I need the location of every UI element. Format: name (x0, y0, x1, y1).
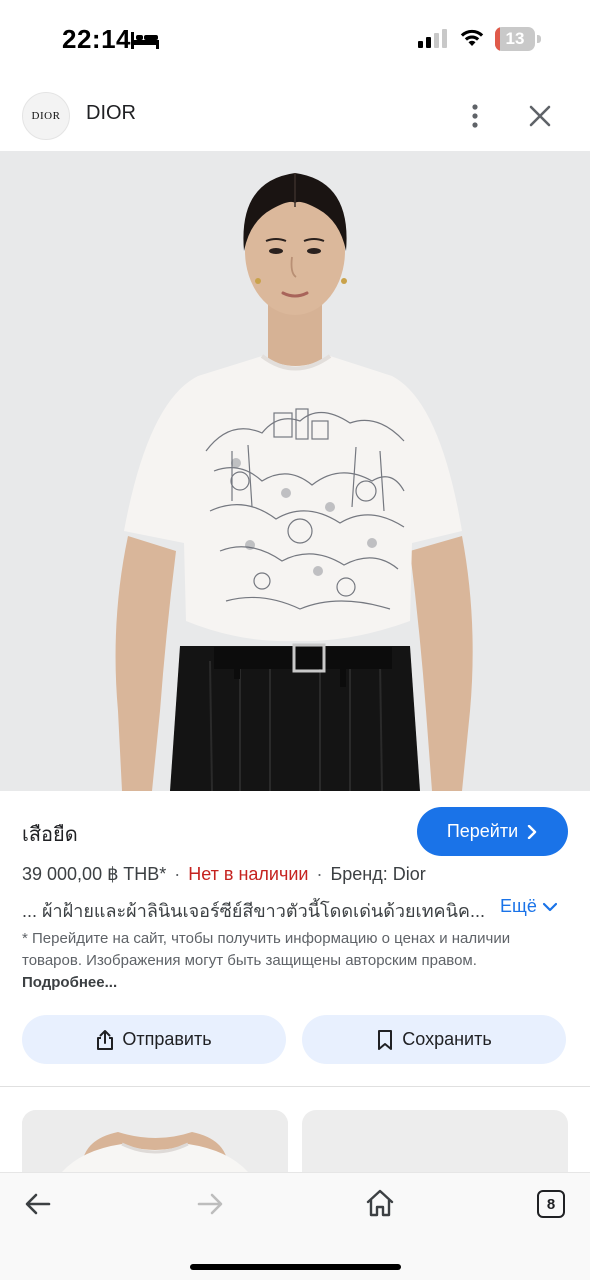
chevron-down-icon (542, 902, 557, 911)
share-button-label: Отправить (122, 1029, 212, 1049)
battery-icon: 13 (495, 27, 541, 51)
bed-icon (131, 32, 159, 49)
site-header: DIOR DIOR (0, 88, 590, 144)
share-button[interactable]: Отправить (22, 1015, 286, 1064)
product-brand: Бренд: Dior (330, 864, 426, 884)
related-product-thumb[interactable] (22, 1110, 288, 1172)
more-link-label: Ещё (500, 896, 537, 916)
home-icon[interactable] (365, 1188, 395, 1218)
stock-status: Нет в наличии (188, 864, 309, 884)
more-vert-icon[interactable] (462, 102, 488, 130)
disclaimer-text: * Перейдите на сайт, чтобы получить инфо… (22, 930, 511, 969)
disclaimer-more-link[interactable]: Подробнее... (22, 974, 117, 991)
save-button-label: Сохранить (402, 1029, 492, 1049)
disclaimer: * Перейдите на сайт, чтобы получить инфо… (22, 928, 568, 994)
divider (0, 1086, 590, 1087)
save-button[interactable]: Сохранить (302, 1015, 566, 1064)
status-time: 22:14 (62, 24, 131, 54)
status-bar: 22:14 13 (0, 0, 590, 80)
product-price: 39 000,00 ฿ THB* (22, 864, 167, 884)
related-product-thumb[interactable] (302, 1110, 568, 1172)
chevron-right-icon (527, 824, 537, 839)
site-name[interactable]: DIOR (86, 102, 136, 125)
site-logo[interactable]: DIOR (22, 92, 70, 140)
battery-level: 13 (505, 29, 525, 48)
signal-icon (418, 29, 447, 48)
close-icon[interactable] (526, 102, 554, 130)
product-image[interactable] (0, 151, 590, 791)
back-arrow-icon[interactable] (24, 1191, 52, 1217)
product-meta: 39 000,00 ฿ THB* · Нет в наличии · Бренд: Di… (22, 864, 426, 884)
product-title: เสือยืด (22, 824, 78, 846)
goto-button[interactable]: Перейти (417, 807, 568, 856)
home-indicator (190, 1264, 401, 1270)
tabs-count-button[interactable]: 8 (537, 1190, 565, 1218)
wifi-icon (460, 29, 484, 46)
related-product-image (22, 1110, 288, 1172)
product-description: ... ผ้าฝ้ายและผ้าลินินเจอร์ซีย์สีขาวตัวน… (22, 901, 485, 921)
more-link[interactable]: Ещё (500, 896, 557, 917)
model-photo (0, 151, 590, 791)
forward-arrow-icon[interactable] (196, 1191, 224, 1217)
share-icon (97, 1029, 114, 1050)
goto-button-label: Перейти (446, 821, 519, 841)
bookmark-icon (378, 1029, 393, 1050)
browser-bottom-bar: 8 (0, 1172, 590, 1280)
